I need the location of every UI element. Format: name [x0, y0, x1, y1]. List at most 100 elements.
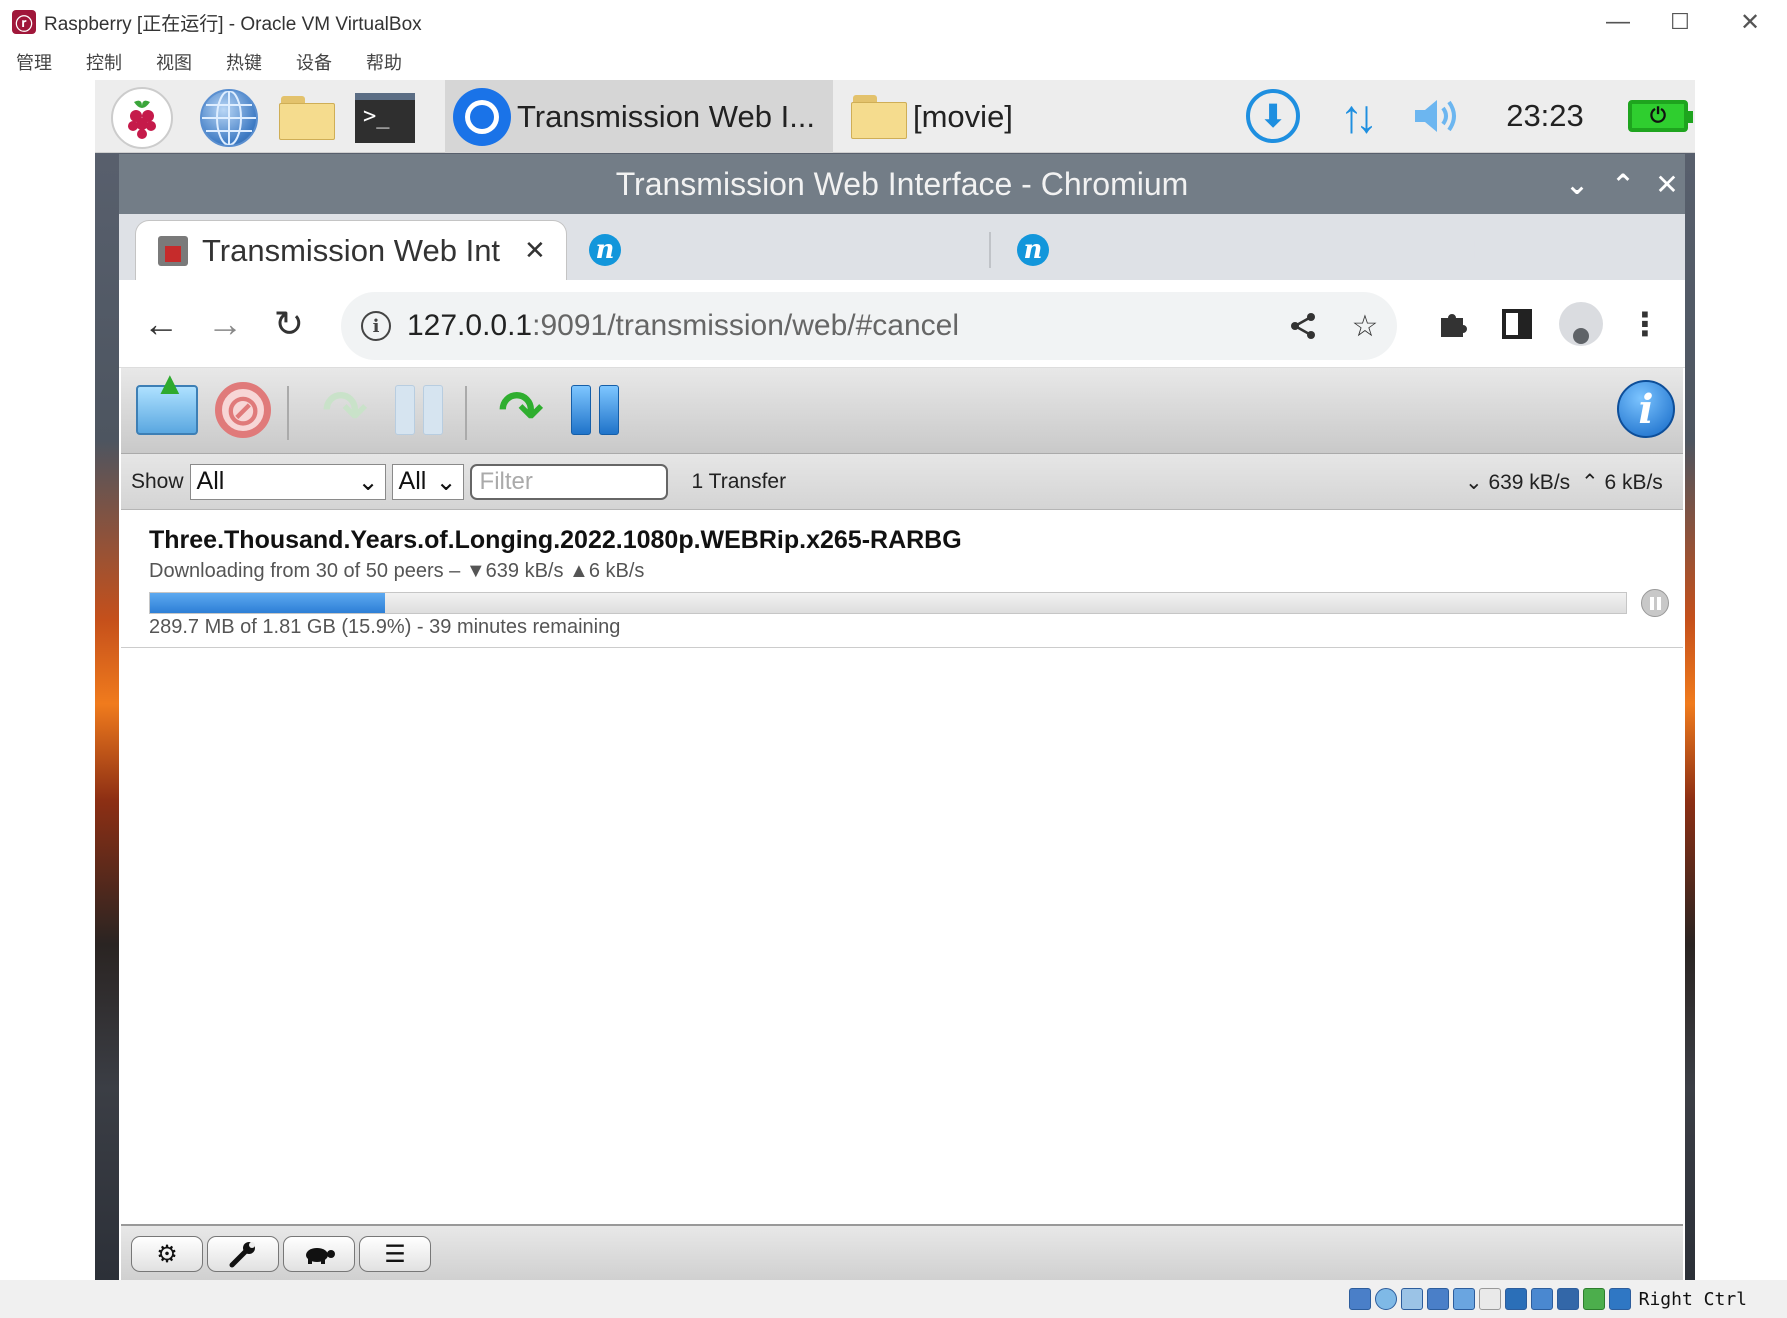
taskbar-task-chromium[interactable]: Transmission Web I... [445, 80, 833, 153]
chromium-titlebar: Transmission Web Interface - Chromium ⌄ … [119, 154, 1685, 214]
tab-search-icon[interactable]: ⌄ [1619, 228, 1642, 261]
transmission-page: ⊘ ↷ ↷ i Show All ⌄ A [121, 365, 1683, 1280]
inspector-info-icon[interactable]: i [1617, 380, 1675, 438]
profile-avatar-icon[interactable] [1555, 298, 1607, 350]
torrent-pause-icon[interactable] [1641, 589, 1669, 617]
hard-disk-icon[interactable] [1348, 1288, 1371, 1310]
extensions-icon[interactable] [1427, 298, 1479, 350]
resume-all-icon[interactable]: ↷ [487, 376, 555, 444]
bookmark-star-icon[interactable]: ☆ [1343, 304, 1387, 348]
torrent-progress-details: 289.7 MB of 1.81 GB (15.9%) - 39 minutes… [149, 616, 621, 638]
mouse-integration-icon[interactable] [1608, 1288, 1631, 1310]
guest-taskbar: >_ Transmission Web I... [movie] ⬇ ↑↓ 23… [95, 80, 1695, 153]
audio-icon[interactable] [1400, 1288, 1423, 1310]
torrent-progress-fill [150, 593, 385, 613]
pause-selected-icon[interactable] [385, 376, 453, 444]
gear-icon[interactable]: ⚙ [131, 1236, 203, 1272]
download-speed: ⌄ 639 kB/s [1465, 471, 1571, 494]
tab-label: Transmission Web Int [202, 232, 501, 268]
back-icon[interactable]: ← [135, 298, 187, 350]
web-browser-icon[interactable] [197, 86, 261, 150]
recording-icon[interactable] [1530, 1288, 1553, 1310]
tab-2[interactable]: n [567, 220, 987, 280]
menu-devices[interactable]: 设备 [296, 49, 332, 75]
file-manager-icon[interactable] [275, 86, 339, 150]
maximize-button[interactable]: ☐ [1652, 6, 1708, 38]
torrent-row[interactable]: Three.Thousand.Years.of.Longing.2022.108… [121, 510, 1683, 648]
transmission-toolbar: ⊘ ↷ ↷ i [121, 365, 1683, 454]
network-icon[interactable]: ↑↓ [1327, 88, 1383, 144]
folder-icon [851, 94, 907, 139]
new-tab-icon[interactable]: + [1463, 228, 1484, 270]
transmission-favicon-icon [158, 235, 188, 266]
menu-control[interactable]: 控制 [86, 49, 122, 75]
remove-torrent-icon[interactable]: ⊘ [209, 376, 277, 444]
menu-manage[interactable]: 管理 [16, 49, 52, 75]
menu-help[interactable]: 帮助 [366, 49, 402, 75]
url-host: 127.0.0.1 [407, 309, 533, 342]
vt-x-icon[interactable] [1556, 1288, 1579, 1310]
reload-icon[interactable]: ↻ [263, 298, 315, 350]
turtle-icon[interactable] [283, 1236, 355, 1272]
toolbar-separator [287, 386, 289, 440]
resume-selected-icon[interactable]: ↷ [311, 376, 379, 444]
battery-icon[interactable]: ⏻ [1625, 88, 1693, 144]
filter-input[interactable]: Filter [469, 463, 668, 500]
close-button[interactable]: ✕ [1722, 6, 1778, 38]
host-key-label: Right Ctrl [1638, 1288, 1747, 1310]
filter-show-label: Show [131, 469, 184, 493]
filter-state-select[interactable]: All ⌄ [189, 463, 386, 500]
vbox-statusbar: Right Ctrl [0, 1280, 1787, 1318]
tab-close-icon[interactable]: ✕ [524, 235, 546, 266]
chromium-icon [453, 87, 511, 146]
pause-all-icon[interactable] [561, 376, 629, 444]
chevron-up-icon[interactable]: ⌃ [1605, 166, 1641, 202]
raspberry-menu-icon[interactable] [109, 86, 175, 150]
virtualbox-app-icon: ⓡ [12, 10, 36, 34]
display-icon[interactable] [1504, 1288, 1527, 1310]
guest-screen: >_ Transmission Web I... [movie] ⬇ ↑↓ 23… [95, 80, 1695, 1280]
download-icon[interactable]: ⬇ [1243, 88, 1303, 144]
browser-toolbar: ← → ↻ i 127.0.0.1:9091/transmission/web/… [119, 280, 1685, 368]
menu-kebab-icon[interactable]: ⋮ [1619, 298, 1671, 350]
side-panel-icon[interactable] [1491, 298, 1543, 350]
toolbar-separator [465, 386, 467, 440]
taskbar-task-label: [movie] [913, 98, 1013, 134]
url-path: :9091/transmission/web/#cancel [532, 309, 960, 342]
chromium-window-title: Transmission Web Interface - Chromium [615, 165, 1189, 202]
share-icon[interactable] [1281, 304, 1325, 348]
clock[interactable]: 23:23 [1495, 88, 1595, 144]
filter-tracker-select[interactable]: All ⌄ [391, 463, 464, 500]
network-adapter-icon[interactable] [1426, 1288, 1449, 1310]
vbox-menubar: 管理 控制 视图 热键 设备 帮助 [0, 44, 1787, 80]
chevron-down-icon: ⌄ [435, 467, 457, 496]
upload-speed-value: 6 kB/s [1604, 471, 1663, 494]
n-site-favicon-icon: n [589, 234, 621, 266]
filter-tracker-value: All [398, 467, 427, 495]
taskbar-task-label: Transmission Web I... [517, 98, 816, 134]
shared-folders-icon[interactable] [1478, 1288, 1501, 1310]
close-window-icon[interactable]: ✕ [1649, 166, 1685, 202]
site-info-icon[interactable]: i [361, 311, 391, 341]
open-torrent-icon[interactable] [133, 365, 201, 444]
address-bar[interactable]: i 127.0.0.1:9091/transmission/web/#cance… [341, 292, 1397, 360]
minimize-button[interactable]: — [1590, 6, 1646, 38]
tab-transmission[interactable]: Transmission Web Int ✕ [135, 220, 567, 280]
tab-3[interactable]: n [995, 220, 1415, 280]
filter-bar: Show All ⌄ All ⌄ Filter 1 Transfer ⌄ 639… [121, 454, 1683, 510]
menu-view[interactable]: 视图 [156, 49, 192, 75]
volume-icon[interactable] [1407, 88, 1467, 144]
forward-icon[interactable]: → [199, 298, 251, 350]
usb-icon[interactable] [1452, 1288, 1475, 1310]
guest-additions-icon[interactable] [1582, 1288, 1605, 1310]
wrench-icon[interactable] [207, 1236, 279, 1272]
terminal-icon[interactable]: >_ [353, 86, 417, 150]
torrent-progress-bar [149, 592, 1627, 614]
taskbar-task-movie-folder[interactable]: [movie] [843, 80, 1093, 153]
optical-drive-icon[interactable] [1374, 1288, 1397, 1310]
download-speed-value: 639 kB/s [1488, 471, 1571, 494]
vbox-titlebar: ⓡ Raspberry [正在运行] - Oracle VM VirtualBo… [0, 0, 1787, 44]
menu-hotkeys[interactable]: 热键 [226, 49, 262, 75]
list-options-icon[interactable]: ☰ [359, 1236, 431, 1272]
chevron-down-icon[interactable]: ⌄ [1559, 166, 1595, 202]
